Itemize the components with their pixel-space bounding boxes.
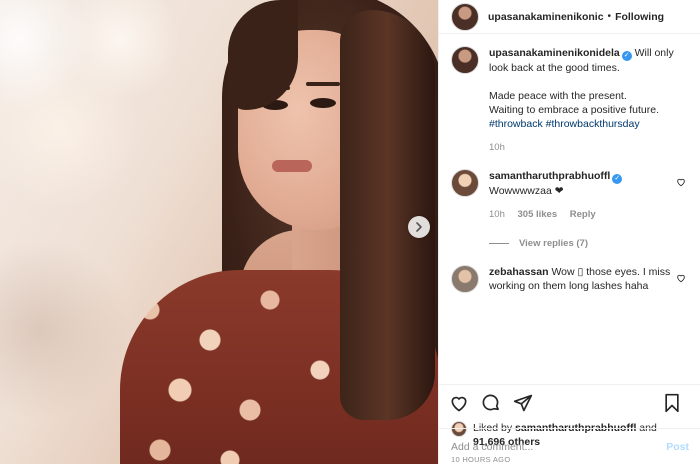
view-replies-label: View replies (7) xyxy=(519,238,588,249)
next-arrow-icon xyxy=(416,222,422,232)
caption-username[interactable]: upasanakaminenikonidela xyxy=(489,47,620,59)
author-avatar[interactable] xyxy=(451,2,479,31)
comment-time[interactable]: 10h xyxy=(489,209,505,220)
photo-hair-side xyxy=(340,10,435,420)
like-comment-heart-icon[interactable] xyxy=(676,273,686,283)
comment-item: samantharuthprabhuoffl ✓ Wowwwwzaa ❤ 10h … xyxy=(451,169,688,222)
photo-lips xyxy=(272,160,312,172)
post-header: upasanakaminenikonic • Following xyxy=(439,0,700,34)
comment-item: zebahassan Wow ▯ those eyes. I miss work… xyxy=(451,265,688,293)
post-actions xyxy=(439,385,700,421)
comment-meta: 10h 305 likes Reply xyxy=(489,208,685,222)
post-comment-button[interactable]: Post xyxy=(666,441,689,453)
comment-likes[interactable]: 305 likes xyxy=(518,209,558,220)
comment-body: zebahassan Wow ▯ those eyes. I miss work… xyxy=(489,265,685,293)
post-side-panel: upasanakaminenikonic • Following upasana… xyxy=(438,0,700,464)
comment-icon xyxy=(482,394,499,411)
save-button[interactable] xyxy=(660,391,684,415)
instagram-post: upasanakaminenikonic • Following upasana… xyxy=(0,0,700,464)
share-icon xyxy=(513,394,533,412)
add-comment-bar: Post xyxy=(439,428,700,464)
view-replies-button[interactable]: View replies (7) xyxy=(489,238,688,249)
like-comment-heart-icon[interactable] xyxy=(676,177,686,187)
caption-line-3: Waiting to embrace a positive future. xyxy=(489,104,660,116)
hashtag-throwbackthursday[interactable]: #throwbackthursday xyxy=(546,118,640,130)
comment-input[interactable] xyxy=(451,440,667,453)
bookmark-icon xyxy=(665,393,679,413)
commenter-username[interactable]: samantharuthprabhuoffl xyxy=(489,170,610,182)
photo-eye-right xyxy=(310,98,336,108)
comment-text: Wowwwwzaa ❤ xyxy=(489,185,564,197)
commenter-username[interactable]: zebahassan xyxy=(489,266,549,278)
hashtag-throwback[interactable]: #throwback xyxy=(489,118,543,130)
verified-icon: ✓ xyxy=(612,174,623,184)
commenter-avatar[interactable] xyxy=(451,265,479,293)
author-username[interactable]: upasanakaminenikonic xyxy=(488,11,604,23)
comment-body: samantharuthprabhuoffl ✓ Wowwwwzaa ❤ 10h … xyxy=(489,169,685,222)
following-button[interactable]: Following xyxy=(615,11,664,23)
heart-icon xyxy=(451,396,467,412)
caption-avatar[interactable] xyxy=(451,46,479,74)
next-photo-button[interactable] xyxy=(408,216,430,238)
caption-meta: 10h xyxy=(489,141,685,155)
replies-line xyxy=(489,243,509,244)
caption-time[interactable]: 10h xyxy=(489,142,505,153)
post-photo[interactable] xyxy=(0,0,438,464)
verified-icon: ✓ xyxy=(621,51,632,61)
photo-brow-right xyxy=(306,82,340,86)
commenter-avatar[interactable] xyxy=(451,169,479,197)
comments-section[interactable]: upasanakaminenikonidela ✓ Will only look … xyxy=(439,34,700,385)
like-button[interactable] xyxy=(447,391,471,415)
share-button[interactable] xyxy=(511,391,535,415)
comment-button[interactable] xyxy=(479,391,503,415)
header-separator: • xyxy=(607,11,612,22)
caption: upasanakaminenikonidela ✓ Will only look … xyxy=(451,46,688,155)
reply-button[interactable]: Reply xyxy=(570,209,596,220)
caption-line-2: Made peace with the present. xyxy=(489,90,627,102)
caption-body: upasanakaminenikonidela ✓ Will only look … xyxy=(489,46,685,155)
